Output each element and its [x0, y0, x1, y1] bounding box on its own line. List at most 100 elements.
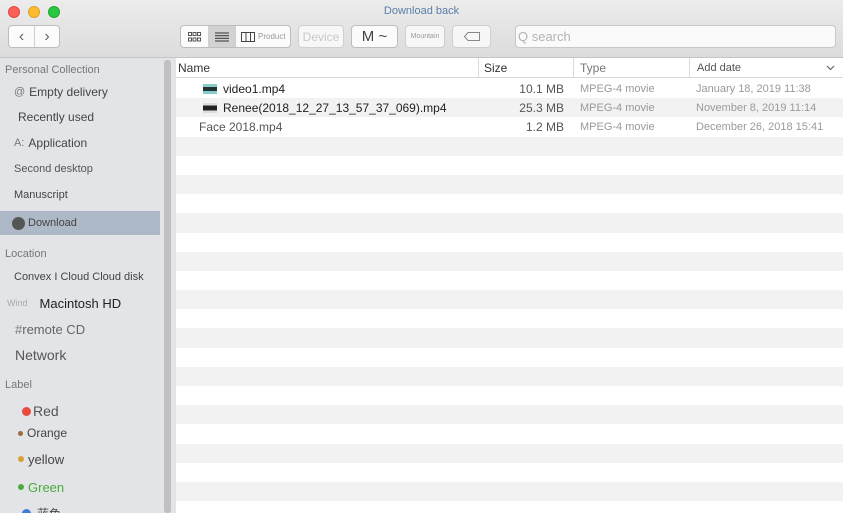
sidebar-item-label: Red: [33, 403, 59, 419]
empty-row: [176, 386, 843, 405]
icon-view-button[interactable]: [181, 26, 208, 47]
sidebar-item-download[interactable]: Download: [0, 211, 160, 235]
toolbar: Download back ‹ › Product Device M ~ Mou…: [0, 0, 843, 58]
empty-row: [176, 233, 843, 252]
empty-row: [176, 194, 843, 213]
empty-row: [176, 481, 843, 502]
file-size: 25.3 MB: [519, 100, 564, 115]
sidebar-item-label: Recently used: [18, 110, 95, 124]
sidebar-item-second-desktop[interactable]: Second desktop: [0, 157, 160, 181]
sidebar-tag-green[interactable]: Green: [0, 475, 160, 499]
column-header-date[interactable]: Add date: [690, 58, 843, 78]
file-name: video1.mp4: [223, 81, 286, 96]
chevron-right-icon: ›: [44, 27, 50, 45]
forward-button[interactable]: ›: [34, 26, 59, 47]
sidebar-item-macintosh-hd[interactable]: Wind Macintosh HD: [0, 291, 160, 315]
search-field[interactable]: Q search: [515, 25, 836, 48]
file-date: November 8, 2019 11:14: [696, 101, 817, 114]
sidebar-item-application[interactable]: A: Application: [0, 131, 160, 155]
sidebar-item-empty-delivery[interactable]: @ Empty delivery: [0, 80, 160, 104]
tag-dot-icon: [18, 430, 23, 436]
navigation-group: ‹ ›: [8, 25, 60, 48]
sidebar-scrollbar[interactable]: [164, 60, 171, 513]
view-mode-group: Product: [180, 25, 291, 48]
section-header-label: Label: [5, 379, 32, 391]
back-button[interactable]: ‹: [9, 26, 34, 47]
section-header-location: Location: [5, 248, 47, 260]
file-type: MPEG-4 movie: [580, 82, 655, 95]
table-row[interactable]: Renee(2018_12_27_13_57_37_069).mp4 25.3 …: [176, 98, 843, 118]
m-menu-button[interactable]: M ~: [351, 25, 398, 48]
sidebar-item-label: Green: [28, 479, 65, 495]
sidebar-item-label: Application: [28, 136, 88, 150]
empty-row: [176, 501, 843, 513]
sidebar-item-label: Download: [28, 217, 77, 229]
empty-row: [176, 405, 843, 425]
file-size: 1.2 MB: [525, 119, 564, 134]
chevron-left-icon: ‹: [18, 27, 25, 45]
empty-row: [176, 366, 843, 386]
empty-row: [176, 174, 843, 195]
sidebar-item-label: Convex I Cloud Cloud disk: [14, 271, 144, 283]
sidebar-tag-red[interactable]: Red: [0, 399, 160, 423]
table-row[interactable]: video1.mp4 10.1 MB MPEG-4 movie January …: [176, 79, 843, 98]
empty-row: [176, 251, 843, 271]
tag-dot-icon: [22, 406, 31, 416]
file-date: December 26, 2018 15:41: [696, 120, 824, 133]
sidebar-item-network[interactable]: Network: [0, 343, 160, 367]
sidebar-item-remote-cd[interactable]: # remote CD: [0, 317, 160, 341]
sidebar-item-lead: #: [15, 321, 23, 337]
column-header-name[interactable]: Name: [176, 58, 479, 78]
sidebar-item-lead: @: [14, 86, 26, 98]
sidebar-item-lead: Wind: [7, 298, 28, 308]
file-name: Face 2018.mp4: [199, 119, 283, 134]
column-header-type[interactable]: Type: [574, 58, 690, 78]
sidebar-item-lead: A:: [14, 137, 25, 149]
list-view-button[interactable]: [208, 26, 235, 47]
sidebar-tag-orange[interactable]: Orange: [0, 421, 160, 445]
movie-file-icon: [203, 102, 217, 113]
column-view-button[interactable]: Product: [235, 26, 290, 47]
grid-icon: [188, 31, 201, 41]
sidebar-item-label: remote CD: [22, 321, 86, 337]
empty-row: [176, 271, 843, 290]
sidebar-item-label: Orange: [27, 426, 68, 440]
mountain-button[interactable]: Mountain: [405, 25, 445, 48]
file-rows: video1.mp4 10.1 MB MPEG-4 movie January …: [176, 79, 843, 513]
file-size: 10.1 MB: [519, 81, 564, 96]
sidebar-item-label: Second desktop: [14, 163, 93, 175]
chevron-down-icon: [826, 65, 835, 71]
window-title: Download back: [383, 5, 460, 17]
section-header-personal: Personal Collection: [5, 64, 100, 76]
empty-row: [176, 136, 843, 156]
column-header-size[interactable]: Size: [479, 58, 574, 78]
file-type: MPEG-4 movie: [580, 120, 655, 133]
empty-row: [176, 443, 843, 463]
sidebar-item-label: yellow: [28, 451, 65, 467]
empty-row: [176, 463, 843, 482]
search-placeholder: Q search: [518, 29, 571, 44]
sidebar-item-icloud[interactable]: Convex I Cloud Cloud disk: [0, 265, 160, 289]
sidebar-tag-yellow[interactable]: yellow: [0, 447, 160, 471]
sidebar-item-label: Empty delivery: [29, 85, 108, 99]
sidebar-item-label: Manuscript: [14, 189, 68, 201]
tag-dot-icon: [18, 484, 24, 490]
sidebar-item-label: 蓝色: [37, 505, 61, 513]
empty-row: [176, 309, 843, 328]
device-button[interactable]: Device: [298, 25, 344, 48]
empty-row: [176, 424, 843, 443]
tag-button[interactable]: [452, 25, 491, 48]
sidebar-tag-blue[interactable]: 蓝色: [0, 501, 160, 513]
sidebar-item-label: Macintosh HD: [39, 295, 122, 311]
file-list: Name Size Type Add date video1.mp4 10.1 …: [176, 58, 843, 513]
sidebar-item-recently-used[interactable]: Recently used: [0, 105, 160, 129]
tag-icon: [463, 32, 480, 41]
sidebar-item-manuscript[interactable]: Manuscript: [0, 183, 160, 207]
table-row[interactable]: Face 2018.mp4 1.2 MB MPEG-4 movie Decemb…: [176, 117, 843, 136]
list-icon: [215, 32, 229, 41]
empty-row: [176, 156, 843, 175]
file-name: Renee(2018_12_27_13_57_37_069).mp4: [223, 100, 447, 115]
sidebar-item-label: Network: [15, 347, 67, 363]
empty-row: [176, 290, 843, 310]
tag-dot-icon: [18, 456, 24, 462]
